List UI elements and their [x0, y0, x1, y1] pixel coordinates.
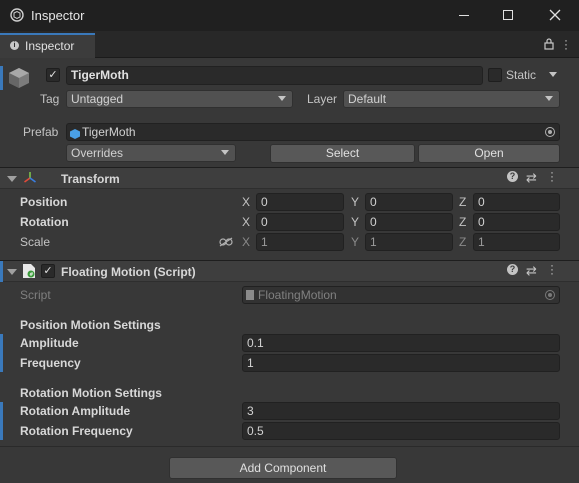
tag-dropdown[interactable]: Untagged: [66, 90, 293, 108]
static-dropdown-icon[interactable]: [549, 72, 557, 77]
rotation-x-field[interactable]: 0: [256, 213, 344, 231]
rotation-amplitude-label: Rotation Amplitude: [20, 404, 131, 418]
scale-label: Scale: [20, 235, 51, 249]
overrides-dropdown[interactable]: Overrides: [66, 144, 236, 162]
axis-z-label[interactable]: Z: [459, 235, 466, 249]
position-y-field[interactable]: 0: [365, 193, 453, 211]
constrain-proportions-icon[interactable]: [219, 236, 233, 247]
axis-x-label[interactable]: X: [242, 215, 250, 229]
tab-menu-icon[interactable]: · · ·: [564, 34, 568, 54]
help-icon[interactable]: ?: [507, 264, 518, 275]
amplitude-label: Amplitude: [20, 336, 79, 350]
script-value: FloatingMotion: [258, 288, 337, 302]
override-indicator: [0, 334, 3, 372]
open-button[interactable]: Open: [418, 144, 560, 163]
preset-icon[interactable]: ⇄: [526, 263, 537, 279]
axis-y-label[interactable]: Y: [351, 235, 359, 249]
scale-y-field[interactable]: 1: [365, 233, 453, 251]
prefab-value: TigerMoth: [82, 125, 136, 139]
chevron-down-icon: [278, 96, 286, 101]
component-menu-icon[interactable]: · · ·: [550, 259, 554, 279]
object-picker-icon[interactable]: [545, 127, 555, 137]
script-icon: #: [22, 263, 36, 279]
svg-text:#: #: [29, 272, 33, 278]
scale-z-field[interactable]: 1: [473, 233, 560, 251]
foldout-arrow-icon[interactable]: [7, 176, 17, 182]
position-x-field[interactable]: 0: [256, 193, 344, 211]
scale-x-field[interactable]: 1: [256, 233, 344, 251]
position-label: Position: [20, 195, 68, 209]
preset-icon[interactable]: ⇄: [526, 170, 537, 186]
help-icon[interactable]: ?: [507, 171, 518, 182]
rotation-frequency-field[interactable]: 0.5: [242, 422, 560, 440]
tab-inspector-label: Inspector: [25, 39, 75, 53]
object-picker-icon: [545, 290, 555, 300]
chevron-down-icon: [545, 96, 553, 101]
chevron-down-icon: [221, 150, 229, 155]
gameobject-name-field[interactable]: TigerMoth: [66, 66, 483, 85]
gameobject-cube-icon: [7, 66, 31, 90]
frequency-label: Frequency: [20, 356, 81, 370]
unity-logo-icon: [10, 8, 24, 22]
maximize-icon[interactable]: [503, 10, 513, 20]
rotation-motion-section-title: Rotation Motion Settings: [20, 386, 162, 400]
tag-label: Tag: [40, 92, 60, 106]
layer-label: Layer: [307, 92, 338, 106]
axis-y-label[interactable]: Y: [351, 215, 359, 229]
override-indicator: [0, 402, 3, 440]
tab-inspector[interactable]: i Inspector: [0, 33, 95, 58]
info-icon: i: [10, 41, 19, 50]
window-title: Inspector: [31, 8, 85, 23]
transform-icon: [23, 171, 37, 185]
prefab-icon: [70, 127, 80, 139]
position-motion-section-title: Position Motion Settings: [20, 318, 161, 332]
axis-y-label[interactable]: Y: [351, 195, 359, 209]
window-titlebar: Inspector: [0, 0, 579, 31]
override-indicator: [0, 261, 3, 282]
select-button[interactable]: Select: [270, 144, 415, 163]
floating-motion-title: Floating Motion (Script): [61, 265, 196, 279]
rotation-y-field[interactable]: 0: [365, 213, 453, 231]
layer-dropdown[interactable]: Default: [343, 90, 560, 108]
lock-icon[interactable]: [544, 38, 554, 50]
script-file-icon: [246, 290, 254, 300]
position-z-field[interactable]: 0: [473, 193, 560, 211]
overrides-label: Overrides: [71, 146, 124, 160]
override-indicator: [0, 66, 3, 90]
script-field: FloatingMotion: [242, 286, 560, 304]
minimize-icon[interactable]: [459, 15, 469, 16]
layer-value: Default: [348, 92, 387, 106]
static-checkbox[interactable]: [488, 68, 502, 82]
frequency-field[interactable]: 1: [242, 354, 560, 372]
rotation-z-field[interactable]: 0: [473, 213, 560, 231]
active-checkbox[interactable]: ✓: [46, 68, 60, 82]
axis-x-label[interactable]: X: [242, 195, 250, 209]
prefab-label: Prefab: [23, 125, 59, 139]
amplitude-field[interactable]: 0.1: [242, 334, 560, 352]
rotation-label: Rotation: [20, 215, 69, 229]
script-label: Script: [20, 288, 51, 302]
static-label: Static: [506, 68, 537, 82]
transform-header[interactable]: Transform ? ⇄ · · ·: [0, 166, 579, 189]
add-component-button[interactable]: Add Component: [169, 457, 397, 479]
transform-title: Transform: [61, 172, 120, 186]
close-icon[interactable]: [548, 8, 562, 22]
rotation-frequency-label: Rotation Frequency: [20, 424, 133, 438]
prefab-field[interactable]: TigerMoth: [66, 123, 560, 141]
component-menu-icon[interactable]: · · ·: [550, 166, 554, 186]
axis-x-label[interactable]: X: [242, 235, 250, 249]
tag-value: Untagged: [71, 92, 124, 106]
axis-z-label[interactable]: Z: [459, 215, 466, 229]
rotation-amplitude-field[interactable]: 3: [242, 402, 560, 420]
divider: [0, 446, 579, 447]
axis-z-label[interactable]: Z: [459, 195, 466, 209]
script-enabled-checkbox[interactable]: ✓: [41, 264, 55, 278]
floating-motion-header[interactable]: # ✓ Floating Motion (Script) ? ⇄ · · ·: [0, 259, 579, 282]
foldout-arrow-icon[interactable]: [7, 269, 17, 275]
